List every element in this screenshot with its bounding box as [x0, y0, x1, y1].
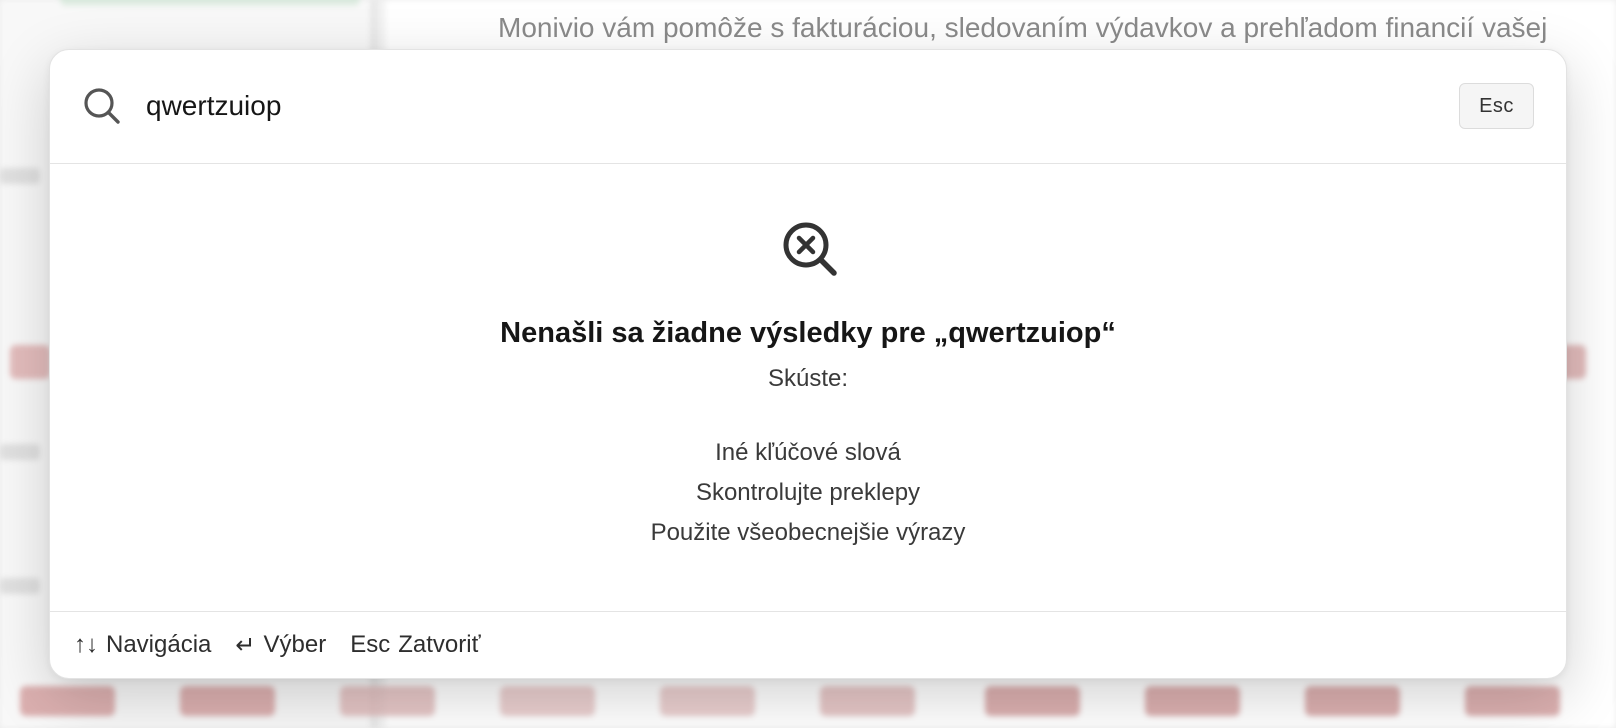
empty-state: Nenašli sa žiadne výsledky pre „qwertzui…	[50, 165, 1566, 611]
esc-key-label: Esc	[350, 631, 391, 658]
search-icon	[84, 88, 120, 124]
close-esc-button[interactable]: Esc	[1459, 83, 1534, 129]
suggestion-item: Iné kľúčové slová	[715, 439, 901, 466]
background-intro-text: Monivio vám pomôže s fakturáciou, sledov…	[498, 12, 1548, 43]
hint-navigate: ↑↓ Navigácia	[74, 631, 211, 659]
hint-close: Esc Zatvoriť	[350, 631, 480, 659]
empty-state-subtitle: Skúste:	[767, 365, 849, 392]
search-input[interactable]	[146, 68, 1496, 144]
suggestion-item: Použite všeobecnejšie výrazy	[650, 519, 966, 546]
arrow-keys-icon: ↑↓	[74, 631, 98, 658]
hint-select-label: Výber	[263, 631, 327, 658]
suggestion-item: Skontrolujte preklepy	[695, 479, 921, 506]
empty-state-title: Nenašli sa žiadne výsledky pre „qwertzui…	[500, 317, 1116, 349]
hint-navigate-label: Navigácia	[106, 631, 212, 658]
keyboard-hints-footer: ↑↓ Navigácia ↵ Výber Esc Zatvoriť	[50, 611, 1566, 678]
hint-select: ↵ Výber	[235, 631, 326, 660]
search-x-icon	[783, 222, 837, 276]
enter-key-icon: ↵	[235, 631, 256, 659]
search-row: Esc	[50, 50, 1566, 164]
hint-close-label: Zatvoriť	[398, 631, 481, 658]
suggestion-list: Iné kľúčové slová Skontrolujte preklepy …	[50, 433, 1566, 553]
command-palette: Esc Nenašli sa žiadne výsledky pre „qwer…	[49, 49, 1567, 679]
